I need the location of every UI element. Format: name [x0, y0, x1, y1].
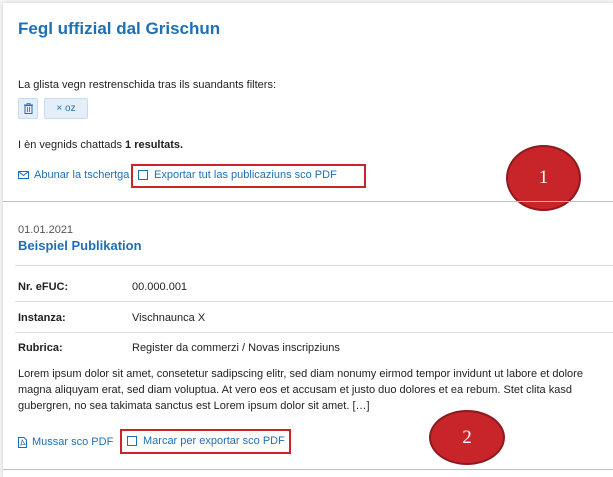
page-title: Fegl uffizial dal Grischun: [18, 19, 221, 38]
row-divider: [15, 332, 613, 333]
page-card: Fegl uffizial dal Grischun La glista veg…: [3, 3, 613, 477]
field-value-instanza: Vischnaunca X: [132, 312, 206, 324]
mark-export-pdf-label: Marcar per exportar sco PDF: [143, 435, 285, 447]
subscribe-search-link[interactable]: Abunar la tschertga: [18, 169, 129, 181]
publication-date: 01.01.2021: [18, 224, 74, 236]
section-divider: [3, 201, 613, 202]
row-divider: [15, 265, 613, 266]
subscribe-search-label: Abunar la tschertga: [34, 169, 130, 181]
clear-filters-button[interactable]: [18, 98, 38, 119]
export-all-pdf-checkbox[interactable]: Exportar tut las publicaziuns sco PDF: [138, 169, 337, 181]
filter-intro-text: La glista vegn restrenschida tras ils su…: [18, 79, 277, 91]
export-all-checkbox-box[interactable]: [138, 170, 148, 180]
section-divider: [3, 469, 613, 470]
envelope-icon: [18, 171, 29, 179]
trash-icon: [23, 103, 33, 114]
filter-chip-today[interactable]: × oz: [44, 98, 88, 119]
field-label-rubrica: Rubrica:: [18, 342, 63, 354]
annotation-badge-1-label: 1: [538, 167, 549, 188]
export-all-pdf-label: Exportar tut las publicaziuns sco PDF: [154, 169, 337, 181]
results-summary: I èn vegnids chattads 1 resultats.: [18, 139, 183, 151]
field-label-instanza: Instanza:: [18, 312, 66, 324]
results-count: 1 resultats.: [125, 139, 184, 151]
annotation-badge-2: 2: [429, 410, 505, 465]
annotation-badge-2-label: 2: [462, 426, 472, 448]
field-label-efuc: Nr. eFUC:: [18, 281, 69, 293]
mark-export-checkbox-box[interactable]: [127, 436, 137, 446]
mark-export-pdf-checkbox[interactable]: Marcar per exportar sco PDF: [127, 435, 285, 447]
row-divider: [15, 301, 613, 302]
pdf-icon: [18, 436, 27, 448]
show-pdf-label: Mussar sco PDF: [32, 436, 114, 448]
publication-body: Lorem ipsum dolor sit amet, consetetur s…: [18, 368, 583, 412]
show-pdf-link[interactable]: Mussar sco PDF: [18, 436, 113, 448]
results-prefix: I èn vegnids chattads: [18, 139, 126, 151]
filter-chip-label: × oz: [56, 103, 76, 114]
publication-title-link[interactable]: Beispiel Publikation: [18, 238, 142, 253]
row-spacer: [15, 362, 613, 363]
field-value-rubrica: Register da commerzi / Novas inscripziun…: [132, 342, 340, 354]
field-value-efuc: 00.000.001: [132, 281, 188, 293]
